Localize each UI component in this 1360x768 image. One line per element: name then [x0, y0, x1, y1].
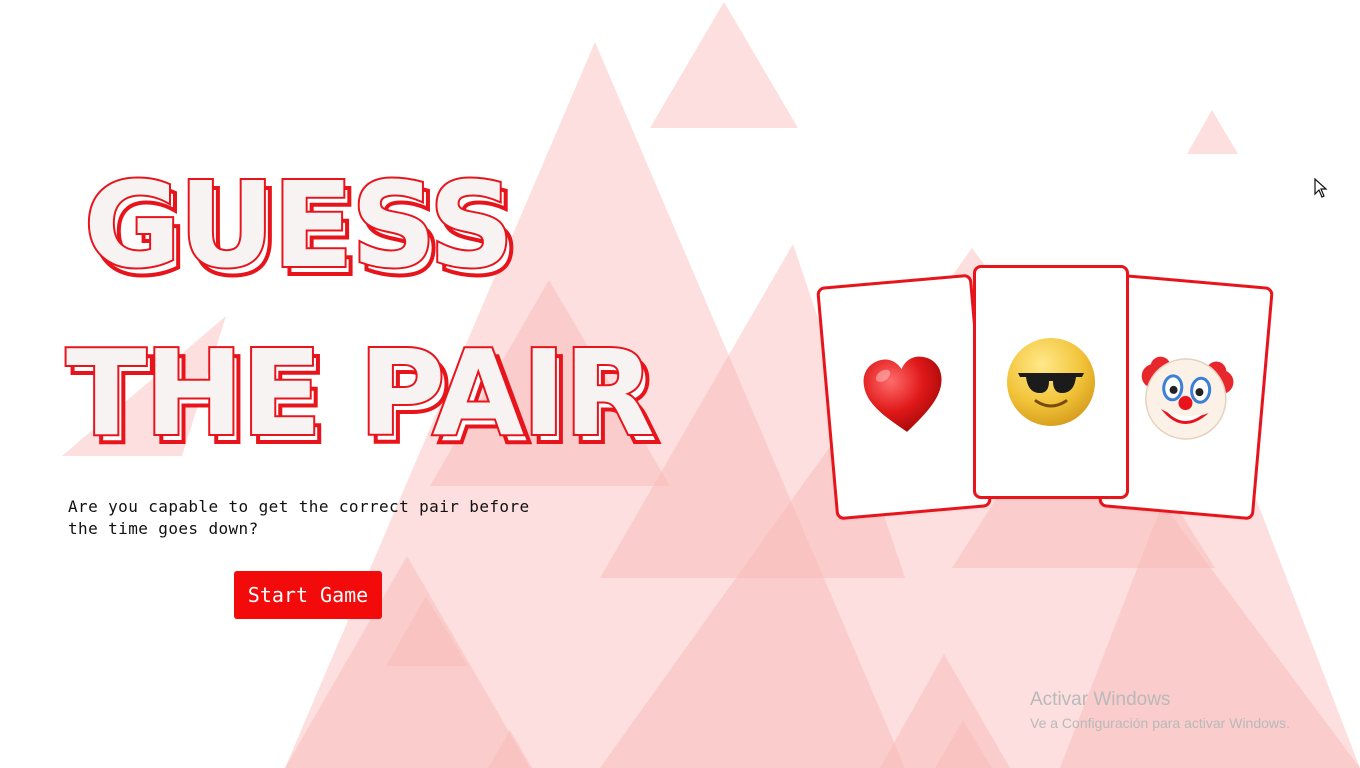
game-title: GUESS GUESS THE PAIR THE PAIR: [60, 140, 663, 480]
title-line-2: THE PAIR: [66, 324, 653, 462]
bg-triangle: [1187, 110, 1238, 154]
start-game-button[interactable]: Start Game: [234, 571, 382, 619]
game-title-graphic: GUESS GUESS THE PAIR THE PAIR: [64, 154, 663, 472]
tagline-text: Are you capable to get the correct pair …: [68, 497, 530, 538]
clown-face-icon: [1141, 356, 1234, 440]
smiling-face-with-sunglasses-icon: [1007, 338, 1095, 426]
title-line-1: GUESS: [84, 156, 512, 294]
game-start-screen: GUESS GUESS THE PAIR THE PAIR Are you ca…: [0, 0, 1360, 768]
mouse-cursor-icon: [1314, 178, 1328, 198]
red-heart-icon: [863, 356, 942, 432]
bg-triangle: [650, 2, 798, 128]
card-heart[interactable]: [816, 273, 992, 521]
card-sunglasses[interactable]: [973, 265, 1129, 499]
